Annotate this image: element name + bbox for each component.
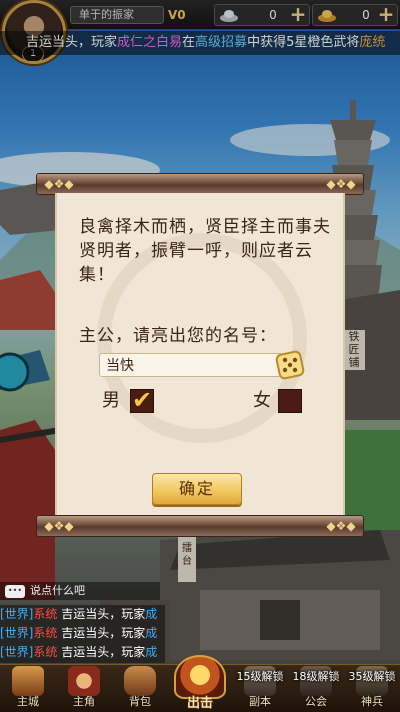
chat-bubble-icon[interactable]: ••• (5, 585, 25, 598)
nav-label: 背包 (129, 695, 151, 708)
chat-text: 吉运当头，玩家 (61, 645, 146, 659)
nav-label: 神兵 (361, 695, 383, 708)
chat-line: [世界]系统 吉运当头，玩家成 (0, 624, 165, 643)
attack-label: 出击 (186, 696, 213, 711)
bag-icon (124, 666, 156, 696)
nav-label: 主角 (73, 695, 95, 708)
female-label: 女 (253, 390, 271, 411)
chat-placeholder: 说点什么吧 (30, 584, 85, 597)
nav-bag[interactable]: 背包 (112, 664, 168, 712)
chat-channel: 系统 (33, 607, 58, 621)
random-name-dice-icon[interactable] (273, 348, 307, 382)
chat-tail: 成 (145, 645, 158, 659)
ornament-icon: ◆❖◆ (44, 177, 74, 191)
chat-tail: 成 (145, 607, 158, 621)
nav-main-city[interactable]: 主城 (0, 664, 56, 712)
male-checkbox[interactable]: ✔ (130, 386, 154, 414)
chat-log[interactable]: [世界]系统 吉运当头，玩家成 [世界]系统 吉运当头，玩家成 [世界]系统 吉… (0, 605, 165, 663)
attack-emblem-icon (174, 655, 226, 699)
chat-tail: 成 (145, 626, 158, 640)
unlock-level-text: 35级解锁 (348, 670, 396, 683)
confirm-button[interactable]: 确定 (152, 473, 242, 505)
nav-divine-weapon[interactable]: 35级解锁 神兵 (344, 664, 400, 712)
chat-channel: 系统 (33, 645, 58, 659)
chat-text: 吉运当头，玩家 (61, 607, 146, 621)
nav-guild[interactable]: 18级解锁 公会 (288, 664, 344, 712)
chat-tag: [世界] (0, 607, 34, 621)
ornament-icon: ◆❖◆ (44, 519, 74, 533)
chat-text: 吉运当头，玩家 (61, 626, 146, 640)
nav-hero[interactable]: 主角 (56, 664, 112, 712)
checkmark-icon: ✔ (132, 386, 153, 414)
lord-name-input[interactable] (99, 353, 283, 377)
nav-dungeon[interactable]: 15级解锁 副本 (232, 664, 288, 712)
nav-label: 主城 (17, 695, 39, 708)
chat-line: [世界]系统 吉运当头，玩家成 (0, 643, 165, 662)
hero-portrait-icon (68, 666, 100, 696)
unlock-level-text: 18级解锁 (292, 670, 340, 683)
male-label: 男 (102, 390, 120, 411)
nav-label: 公会 (305, 695, 327, 708)
ornament-icon: ◆❖◆ (326, 519, 356, 533)
chat-tag: [世界] (0, 626, 34, 640)
main-city-icon (12, 666, 44, 696)
nav-attack[interactable]: 出击 (168, 655, 232, 712)
chat-line: [世界]系统 吉运当头，玩家成 (0, 605, 165, 624)
dialog-intro-text: 良禽择木而栖，贤臣择主而事夫贤明者，振臂一呼，则应者云集！ (79, 217, 331, 285)
scroll-bottom-rod: ◆❖◆ ◆❖◆ (36, 515, 364, 537)
nav-label: 副本 (249, 695, 271, 708)
name-entry-dialog: 良禽择木而栖，贤臣择主而事夫贤明者，振臂一呼，则应者云集！ 主公，请亮出您的名号… (55, 193, 345, 517)
chat-tag: [世界] (0, 645, 34, 659)
ornament-icon: ◆❖◆ (326, 177, 356, 191)
scroll-top-rod: ◆❖◆ ◆❖◆ (36, 173, 364, 195)
chat-channel: 系统 (33, 626, 58, 640)
female-checkbox[interactable] (278, 389, 302, 413)
name-prompt-label: 主公，请亮出您的名号： (79, 326, 277, 346)
unlock-level-text: 15级解锁 (236, 670, 284, 683)
